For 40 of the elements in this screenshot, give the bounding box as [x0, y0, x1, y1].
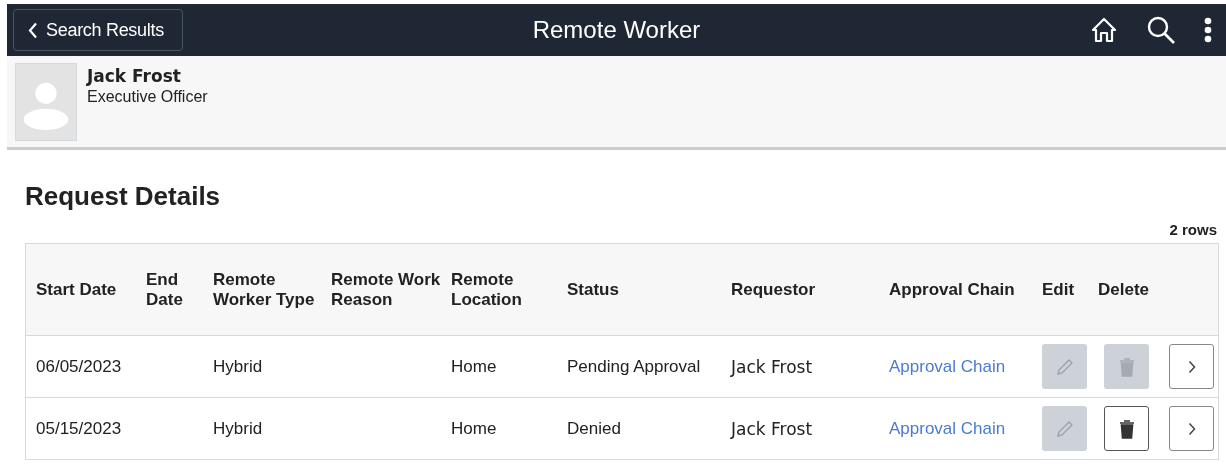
column-header: Status [566, 279, 620, 300]
table-cell-text: Hybrid [212, 356, 264, 377]
chevron-left-icon [28, 21, 38, 39]
search-icon[interactable] [1146, 15, 1176, 45]
trash-icon [1118, 356, 1135, 377]
approval-chain-link[interactable]: Approval Chain [889, 356, 1006, 376]
column-header: Edit [1041, 279, 1076, 300]
column-header: Approval Chain [888, 279, 1016, 300]
table-cell-text: Home [450, 356, 498, 377]
delete-button[interactable] [1104, 406, 1149, 451]
table-cell-text: Denied [566, 418, 622, 439]
more-icon[interactable] [1204, 17, 1212, 43]
row-detail-button[interactable] [1169, 406, 1214, 451]
row-count: 2 rows [1168, 221, 1217, 238]
table-cell-text: Home [450, 418, 498, 439]
section-title: Request Details [25, 181, 222, 212]
back-button[interactable]: Search Results [13, 9, 183, 51]
chevron-right-icon [1187, 421, 1196, 436]
column-header: Remote Work Reason [330, 269, 441, 310]
home-icon[interactable] [1090, 16, 1118, 44]
table-cell-text: 05/15/2023 [35, 418, 123, 439]
row-detail-button[interactable] [1169, 344, 1214, 389]
column-header: Delete [1097, 279, 1151, 300]
column-header: Start Date [35, 279, 118, 300]
table-cell-text: Jack Frost [729, 418, 814, 439]
page-title: Remote Worker [532, 16, 701, 43]
table-cell-text: 06/05/2023 [35, 356, 123, 377]
approval-chain-link[interactable]: Approval Chain [889, 418, 1006, 438]
trash-icon [1118, 418, 1135, 439]
table-cell-text: Pending Approval [566, 356, 702, 377]
column-header: End Date [145, 269, 184, 310]
table-cell-text: Hybrid [212, 418, 264, 439]
person-name: Jack Frost [87, 66, 182, 86]
table-cell-text: Jack Frost [729, 356, 814, 377]
job-title: Executive Officer [87, 88, 208, 106]
column-header: Remote Worker Type [212, 269, 316, 310]
chevron-right-icon [1187, 359, 1196, 374]
column-header: Requestor [730, 279, 817, 300]
column-header: Remote Location [450, 269, 523, 310]
avatar-icon [15, 63, 77, 141]
